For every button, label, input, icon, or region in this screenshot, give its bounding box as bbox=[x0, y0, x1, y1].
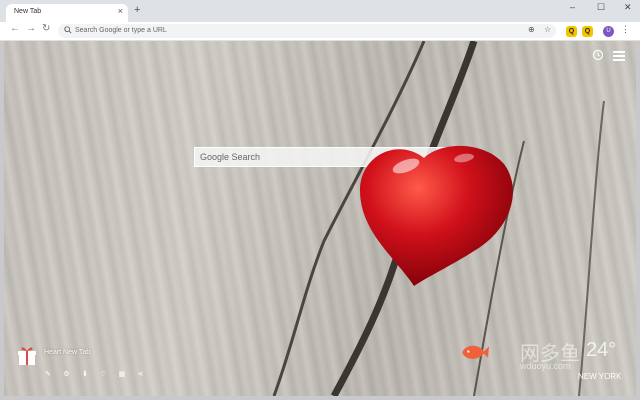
location-icon[interactable]: ⊕ bbox=[528, 26, 535, 34]
minimize-button[interactable]: – bbox=[570, 3, 575, 12]
extension-q-icon[interactable]: Q bbox=[566, 26, 577, 37]
gift-box-icon[interactable] bbox=[18, 346, 36, 366]
tab-new-tab[interactable]: New Tab × bbox=[6, 4, 128, 22]
new-tab-button[interactable]: + bbox=[134, 5, 140, 16]
new-tab-background: Google Search Heart New Tab ✎ ⚙ ⬇ ♡ ▦ ⋖ … bbox=[4, 41, 636, 396]
close-window-button[interactable]: ✕ bbox=[624, 3, 632, 12]
share-icon[interactable]: ⋖ bbox=[136, 371, 144, 379]
tab-title: New Tab bbox=[14, 8, 42, 15]
back-arrow-icon[interactable]: ← bbox=[10, 24, 20, 34]
address-bar[interactable]: Search Google or type a URL ⊕ ☆ bbox=[58, 24, 556, 38]
maximize-button[interactable]: ☐ bbox=[597, 3, 605, 12]
weather-temperature: 24° bbox=[586, 339, 617, 361]
address-bar-placeholder: Search Google or type a URL bbox=[75, 27, 167, 34]
reload-icon[interactable]: ↻ bbox=[42, 24, 50, 34]
search-icon bbox=[64, 26, 72, 34]
heart-icon[interactable]: ♡ bbox=[99, 371, 107, 379]
grid-icon[interactable]: ▦ bbox=[118, 371, 126, 379]
weather-city: NEW YORK bbox=[578, 372, 622, 381]
history-icon[interactable] bbox=[592, 49, 604, 61]
red-heart-image bbox=[359, 145, 513, 286]
profile-avatar[interactable]: U bbox=[603, 26, 614, 37]
watermark-domain: wduoyu.com bbox=[520, 361, 571, 371]
search-input[interactable]: Google Search bbox=[200, 152, 260, 162]
download-icon[interactable]: ⬇ bbox=[81, 371, 89, 379]
pencil-icon[interactable]: ✎ bbox=[44, 371, 52, 379]
hamburger-menu-icon[interactable] bbox=[613, 51, 625, 61]
settings-icon[interactable]: ⚙ bbox=[62, 371, 70, 379]
bookmark-star-icon[interactable]: ☆ bbox=[544, 26, 551, 34]
extension-q2-icon[interactable]: Q bbox=[582, 26, 593, 37]
browser-toolbar: ← → ↻ Search Google or type a URL ⊕ ☆ Q … bbox=[0, 22, 640, 41]
forward-arrow-icon[interactable]: → bbox=[26, 24, 36, 34]
tool-icons-row: ✎ ⚙ ⬇ ♡ ▦ ⋖ bbox=[44, 363, 150, 381]
new-tab-brand-label[interactable]: Heart New Tab bbox=[44, 349, 90, 356]
tab-close-icon[interactable]: × bbox=[118, 7, 123, 16]
watermark-fish-logo bbox=[462, 345, 489, 359]
browser-menu-icon[interactable]: ⋮ bbox=[621, 25, 630, 34]
browser-titlebar: New Tab × + – ☐ ✕ bbox=[0, 0, 640, 23]
